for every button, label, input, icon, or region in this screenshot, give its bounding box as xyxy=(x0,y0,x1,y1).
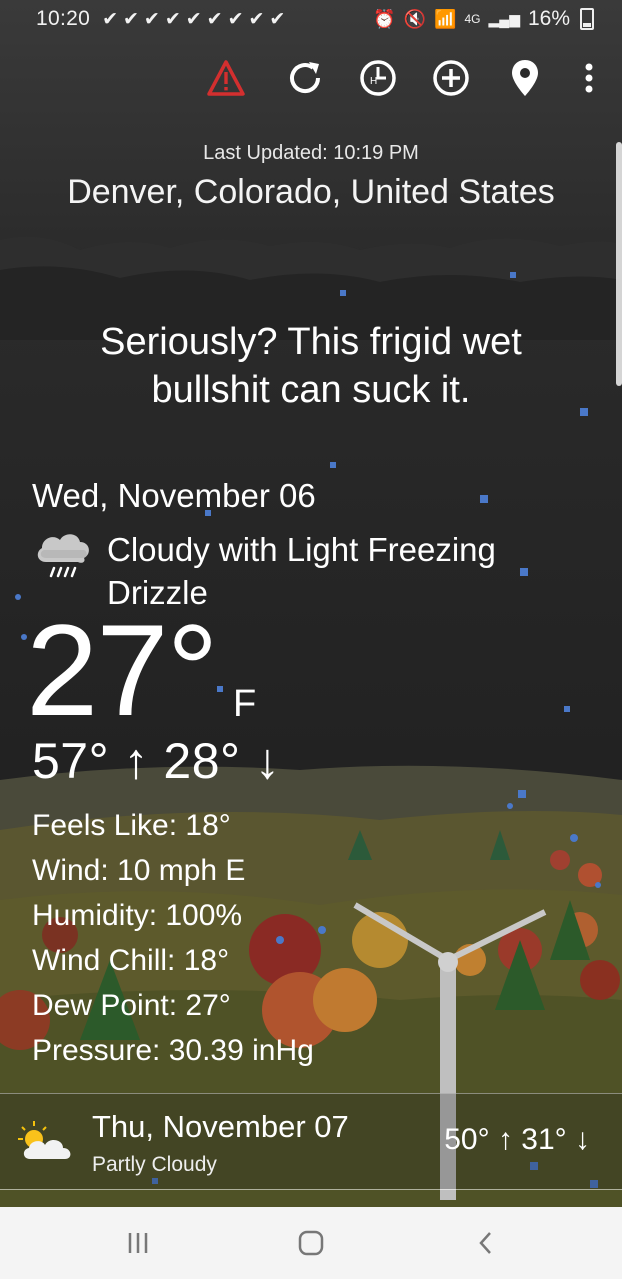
weather-details: Feels Like: 18° Wind: 10 mph E Humidity:… xyxy=(32,803,314,1073)
system-nav-bar xyxy=(0,1207,622,1279)
warning-icon[interactable] xyxy=(203,55,249,101)
wind-chill: Wind Chill: 18° xyxy=(32,944,230,977)
home-icon[interactable] xyxy=(291,1225,331,1261)
high-low-temperature: 57° ↑ 28° ↓ xyxy=(32,733,281,789)
battery-icon xyxy=(580,8,594,30)
signal-icon: ▂▄▆ xyxy=(488,10,520,27)
back-icon[interactable] xyxy=(466,1225,506,1261)
pressure: Pressure: 30.39 inHg xyxy=(32,1034,314,1067)
divider xyxy=(0,1189,622,1190)
alarm-icon: ⏰ xyxy=(373,8,396,29)
status-time: 10:20 xyxy=(36,7,91,30)
feels-like: Feels Like: 18° xyxy=(32,809,231,842)
toolbar: H xyxy=(0,55,622,105)
status-bar: 10:20 ✔✔✔✔✔✔✔✔✔ ⏰ 🔇 📶 4G ▂▄▆ 16% xyxy=(0,0,622,38)
recent-apps-icon[interactable] xyxy=(118,1225,158,1261)
hourly-icon[interactable]: H xyxy=(355,55,401,101)
forecast-row[interactable]: Thu, November 07 Partly Cloudy 50° ↑ 31°… xyxy=(0,1093,622,1189)
wifi-icon: 📶 xyxy=(434,8,457,29)
temperature-unit: F xyxy=(233,683,257,725)
add-icon[interactable] xyxy=(428,55,474,101)
current-date: Wed, November 06 xyxy=(32,477,316,514)
mute-icon: 🔇 xyxy=(403,8,427,29)
partly-cloudy-icon xyxy=(16,1119,76,1163)
more-vert-icon[interactable] xyxy=(566,55,612,101)
location-name[interactable]: Denver, Colorado, United States xyxy=(0,173,622,212)
refresh-icon[interactable] xyxy=(282,55,328,101)
last-updated: Last Updated: 10:19 PM xyxy=(203,142,419,164)
forecast-condition: Partly Cloudy xyxy=(92,1153,217,1176)
location-pin-icon[interactable] xyxy=(502,55,548,101)
forecast-high-low: 50° ↑ 31° ↓ xyxy=(444,1123,590,1156)
status-right: ⏰ 🔇 📶 4G ▂▄▆ 16% xyxy=(373,7,594,31)
battery-percent: 16% xyxy=(527,7,570,30)
network-type: 4G xyxy=(464,12,481,26)
weather-headline: Seriously? This frigid wet bullshit can … xyxy=(100,321,522,411)
humidity: Humidity: 100% xyxy=(32,899,243,932)
wind: Wind: 10 mph E xyxy=(32,854,246,887)
svg-text:H: H xyxy=(370,76,377,87)
scrollbar[interactable] xyxy=(616,142,622,386)
dew-point: Dew Point: 27° xyxy=(32,989,231,1022)
current-temperature: 27° xyxy=(26,597,219,743)
cloud-freezing-drizzle-icon xyxy=(32,528,94,584)
forecast-date: Thu, November 07 xyxy=(92,1109,349,1144)
notification-check-icons: ✔✔✔✔✔✔✔✔✔ xyxy=(102,8,291,30)
